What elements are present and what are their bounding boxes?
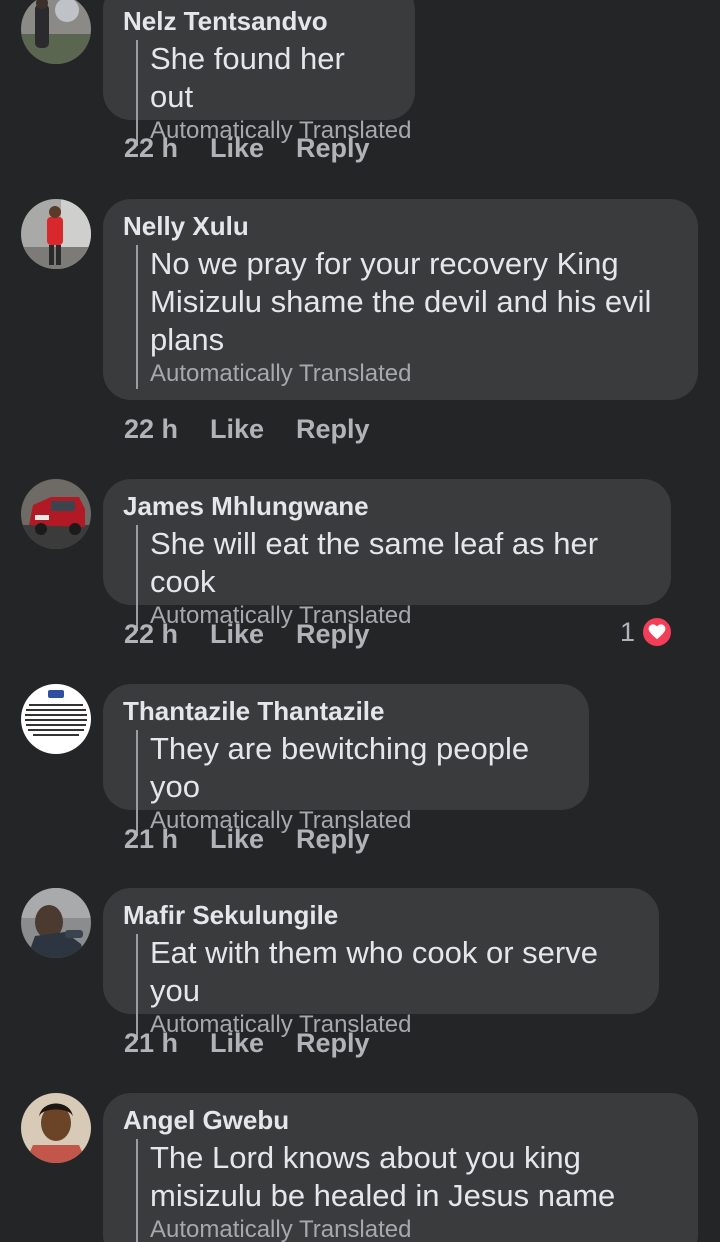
reply-button[interactable]: Reply <box>296 1028 370 1058</box>
comment-author[interactable]: Nelly Xulu <box>123 211 678 241</box>
comment-author[interactable]: James Mhlungwane <box>123 491 651 521</box>
comment-bubble[interactable]: Angel Gwebu The Lord knows about you kin… <box>103 1093 698 1242</box>
reply-button[interactable]: Reply <box>296 824 370 854</box>
comment-timestamp[interactable]: 22 h <box>124 619 210 649</box>
translated-block: They are bewitching people yoo Automatic… <box>136 730 569 836</box>
comment-timestamp[interactable]: 21 h <box>124 1028 210 1058</box>
avatar-photo <box>21 1093 91 1163</box>
comment-timestamp[interactable]: 22 h <box>124 414 210 444</box>
comment-feed: Nelz Tentsandvo She found her out Automa… <box>0 0 720 1242</box>
comment-actions: 22 h Like Reply <box>124 133 370 163</box>
avatar-photo <box>21 0 91 64</box>
reply-button[interactable]: Reply <box>296 414 370 444</box>
translated-block: No we pray for your recovery King Misizu… <box>136 245 678 389</box>
avatar-photo <box>21 479 91 549</box>
comment-bubble[interactable]: Nelly Xulu No we pray for your recovery … <box>103 199 698 400</box>
like-button[interactable]: Like <box>210 133 296 163</box>
reply-button[interactable]: Reply <box>296 619 370 649</box>
auto-translated-label[interactable]: Automatically Translated <box>150 359 678 389</box>
comment-actions: 22 h Like Reply <box>124 619 370 649</box>
avatar-photo <box>21 684 91 754</box>
comment-text: No we pray for your recovery King Misizu… <box>150 246 652 357</box>
comment-text: She will eat the same leaf as her cook <box>150 526 599 599</box>
translated-block: She found her out Automatically Translat… <box>136 40 411 146</box>
comment-bubble[interactable]: Nelz Tentsandvo She found her out Automa… <box>103 0 415 146</box>
comment-actions: 21 h Like Reply <box>124 1028 370 1058</box>
avatar[interactable] <box>21 888 91 958</box>
like-button[interactable]: Like <box>210 414 296 444</box>
comment-timestamp[interactable]: 22 h <box>124 133 210 163</box>
auto-translated-label[interactable]: Automatically Translated <box>150 1215 678 1242</box>
comment-author[interactable]: Nelz Tentsandvo <box>123 6 395 36</box>
avatar[interactable] <box>21 1093 91 1163</box>
comment-text: The Lord knows about you king misizulu b… <box>150 1140 616 1213</box>
reaction-summary[interactable]: 1 <box>620 616 673 648</box>
comment-bubble[interactable]: Thantazile Thantazile They are bewitchin… <box>103 684 589 836</box>
avatar[interactable] <box>21 684 91 754</box>
reply-button[interactable]: Reply <box>296 133 370 163</box>
like-button[interactable]: Like <box>210 824 296 854</box>
avatar-photo <box>21 888 91 958</box>
comment-author[interactable]: Angel Gwebu <box>123 1105 678 1135</box>
avatar[interactable] <box>21 479 91 549</box>
avatar[interactable] <box>21 0 91 64</box>
heart-icon <box>641 616 673 648</box>
comment-text: They are bewitching people yoo <box>150 731 530 804</box>
comment-actions: 21 h Like Reply <box>124 824 370 854</box>
comment-text: Eat with them who cook or serve you <box>150 935 598 1008</box>
comment-timestamp[interactable]: 21 h <box>124 824 210 854</box>
like-button[interactable]: Like <box>210 1028 296 1058</box>
comment-bubble[interactable]: James Mhlungwane She will eat the same l… <box>103 479 671 631</box>
translated-block: The Lord knows about you king misizulu b… <box>136 1139 678 1242</box>
comment-bubble[interactable]: Mafir Sekulungile Eat with them who cook… <box>103 888 659 1040</box>
comment-author[interactable]: Mafir Sekulungile <box>123 900 639 930</box>
avatar-photo <box>21 199 91 269</box>
translated-block: Eat with them who cook or serve you Auto… <box>136 934 639 1040</box>
translated-block: She will eat the same leaf as her cook A… <box>136 525 651 631</box>
reaction-count: 1 <box>619 616 635 647</box>
comment-text: She found her out <box>150 41 345 114</box>
comment-author[interactable]: Thantazile Thantazile <box>123 696 569 726</box>
like-button[interactable]: Like <box>210 619 296 649</box>
avatar[interactable] <box>21 199 91 269</box>
comment-actions: 22 h Like Reply <box>124 414 370 444</box>
